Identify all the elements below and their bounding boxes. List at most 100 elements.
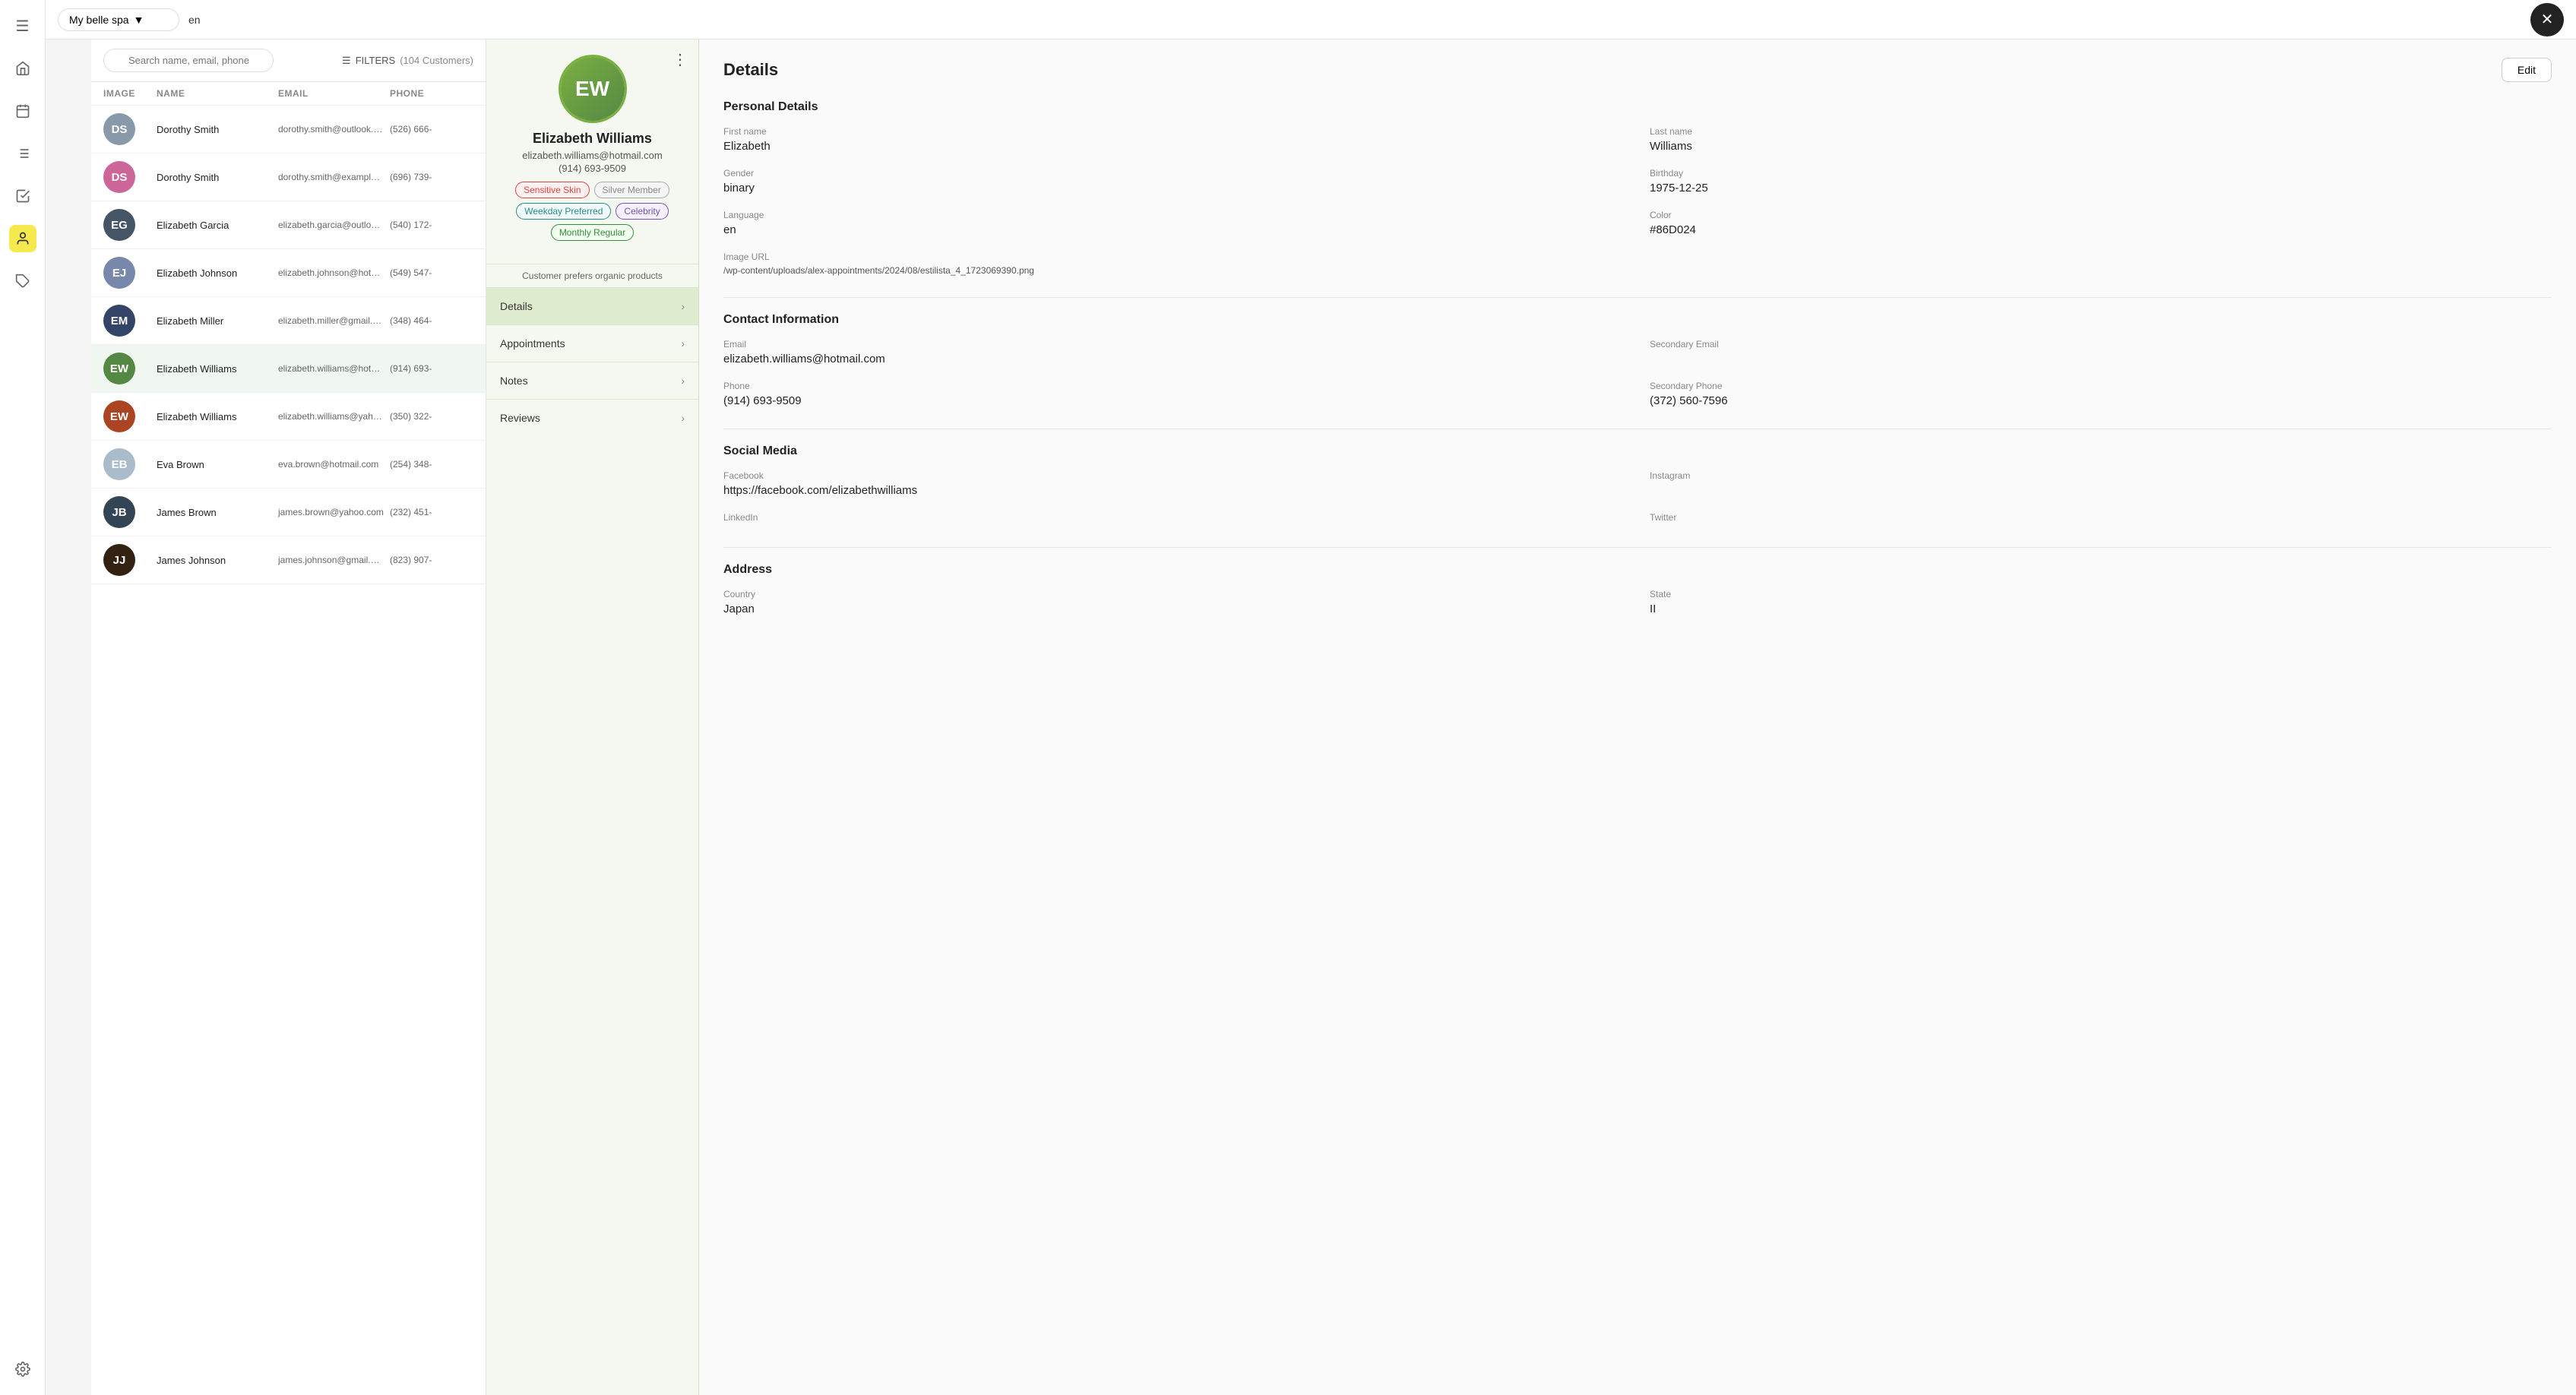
avatar: JB [103, 496, 157, 528]
main-content: 🔍 ☰ FILTERS (104 Customers) IMAGE NAME E… [91, 40, 2576, 1395]
table-row[interactable]: EW Elizabeth Williams elizabeth.williams… [91, 393, 486, 441]
search-input[interactable] [103, 49, 274, 72]
color-value: #86D024 [1650, 223, 2552, 236]
customer-name: Elizabeth Garcia [157, 220, 278, 231]
twitter-field: Twitter [1650, 512, 2552, 526]
customer-email: elizabeth.miller@gmail.com [278, 315, 390, 326]
personal-details-title: Personal Details [723, 100, 2552, 114]
customer-phone: (549) 547- [390, 267, 473, 278]
profile-tags: Sensitive SkinSilver MemberWeekday Prefe… [498, 182, 686, 241]
state-value: II [1650, 603, 2552, 615]
contact-info-title: Contact Information [723, 313, 2552, 327]
table-row[interactable]: EB Eva Brown eva.brown@hotmail.com (254)… [91, 441, 486, 489]
table-row[interactable]: EJ Elizabeth Johnson elizabeth.johnson@h… [91, 249, 486, 297]
nav-item-notes[interactable]: Notes› [486, 362, 698, 399]
calendar-icon[interactable] [9, 97, 36, 125]
nav-item-details[interactable]: Details› [486, 287, 698, 324]
twitter-label: Twitter [1650, 512, 2552, 523]
table-row[interactable]: DS Dorothy Smith dorothy.smith@outlook.c… [91, 106, 486, 153]
secondary-phone-value: (372) 560-7596 [1650, 394, 2552, 407]
spa-selector[interactable]: My belle spa ▼ [58, 8, 179, 31]
country-value: Japan [723, 603, 1625, 615]
customer-email: elizabeth.garcia@outlook.c... [278, 220, 390, 230]
language-value: en [723, 223, 1625, 236]
customer-email: dorothy.smith@outlook.com [278, 124, 390, 134]
state-field: State II [1650, 589, 2552, 615]
first-name-value: Elizabeth [723, 140, 1625, 153]
table-row[interactable]: DS Dorothy Smith dorothy.smith@example.c… [91, 153, 486, 201]
language-label: Language [723, 210, 1625, 220]
linkedin-field: LinkedIn [723, 512, 1625, 526]
gender-field: Gender binary [723, 168, 1625, 195]
nav-item-reviews[interactable]: Reviews› [486, 399, 698, 436]
address-section: Address Country Japan State II [723, 563, 2552, 615]
filter-icon: ☰ [342, 55, 351, 67]
table-row[interactable]: EW Elizabeth Williams elizabeth.williams… [91, 345, 486, 393]
phone-label: Phone [723, 381, 1625, 391]
last-name-value: Williams [1650, 140, 2552, 153]
table-row[interactable]: EM Elizabeth Miller elizabeth.miller@gma… [91, 297, 486, 345]
tags-icon[interactable] [9, 267, 36, 295]
avatar: EJ [103, 257, 157, 289]
details-panel: Details Edit Personal Details First name… [699, 40, 2576, 1395]
profile-menu-button[interactable]: ⋮ [672, 50, 688, 69]
facebook-field: Facebook https://facebook.com/elizabethw… [723, 470, 1625, 497]
language-label: en [188, 14, 201, 26]
profile-phone: (914) 693-9509 [498, 163, 686, 174]
state-label: State [1650, 589, 2552, 599]
table-row[interactable]: EG Elizabeth Garcia elizabeth.garcia@out… [91, 201, 486, 249]
col-name: NAME [157, 88, 278, 99]
profile-name: Elizabeth Williams [498, 131, 686, 147]
checklist-icon[interactable] [9, 182, 36, 210]
top-bar: My belle spa ▼ en ✕ [46, 0, 2576, 40]
gender-label: Gender [723, 168, 1625, 179]
details-title: Details [723, 60, 778, 80]
secondary-email-label: Secondary Email [1650, 339, 2552, 350]
details-header: Details Edit [723, 58, 2552, 82]
tasks-icon[interactable] [9, 140, 36, 167]
customer-count: (104 Customers) [400, 55, 473, 66]
avatar: EG [103, 209, 157, 241]
secondary-phone-field: Secondary Phone (372) 560-7596 [1650, 381, 2552, 407]
personal-details-grid: First name Elizabeth Last name Williams … [723, 126, 2552, 276]
table-row[interactable]: JB James Brown james.brown@yahoo.com (23… [91, 489, 486, 536]
customer-email: eva.brown@hotmail.com [278, 459, 390, 470]
country-label: Country [723, 589, 1625, 599]
social-media-grid: Facebook https://facebook.com/elizabethw… [723, 470, 2552, 526]
close-button[interactable]: ✕ [2530, 3, 2564, 36]
edit-button[interactable]: Edit [2502, 58, 2552, 82]
customer-name: Elizabeth Williams [157, 363, 278, 375]
customer-name: Elizabeth Johnson [157, 267, 278, 279]
instagram-label: Instagram [1650, 470, 2552, 481]
email-label: Email [723, 339, 1625, 350]
table-row[interactable]: JJ James Johnson james.johnson@gmail.com… [91, 536, 486, 584]
customer-email: james.johnson@gmail.com [278, 555, 390, 565]
customer-phone: (914) 693- [390, 363, 473, 374]
personal-details-section: Personal Details First name Elizabeth La… [723, 100, 2552, 276]
dropdown-icon: ▼ [134, 14, 144, 26]
address-grid: Country Japan State II [723, 589, 2552, 615]
contacts-icon[interactable] [9, 225, 36, 252]
birthday-field: Birthday 1975-12-25 [1650, 168, 2552, 195]
chevron-right-icon: › [681, 300, 685, 312]
col-phone: PHONE [390, 88, 473, 99]
customer-phone: (540) 172- [390, 220, 473, 230]
avatar: EW [103, 353, 157, 384]
birthday-value: 1975-12-25 [1650, 182, 2552, 195]
home-icon[interactable] [9, 55, 36, 82]
profile-tag: Silver Member [594, 182, 669, 198]
chevron-right-icon: › [681, 375, 685, 387]
nav-item-appointments[interactable]: Appointments› [486, 324, 698, 362]
first-name-label: First name [723, 126, 1625, 137]
facebook-value: https://facebook.com/elizabethwilliams [723, 484, 1625, 497]
profile-email: elizabeth.williams@hotmail.com [498, 150, 686, 161]
customer-name: James Johnson [157, 555, 278, 566]
settings-icon[interactable] [9, 1355, 36, 1383]
birthday-label: Birthday [1650, 168, 2552, 179]
filter-button[interactable]: ☰ FILTERS (104 Customers) [342, 55, 473, 67]
avatar: EW [103, 400, 157, 432]
contact-info-section: Contact Information Email elizabeth.will… [723, 313, 2552, 407]
customer-email: elizabeth.williams@hotmail... [278, 363, 390, 374]
menu-icon[interactable]: ☰ [9, 12, 36, 40]
customer-name: Eva Brown [157, 459, 278, 470]
